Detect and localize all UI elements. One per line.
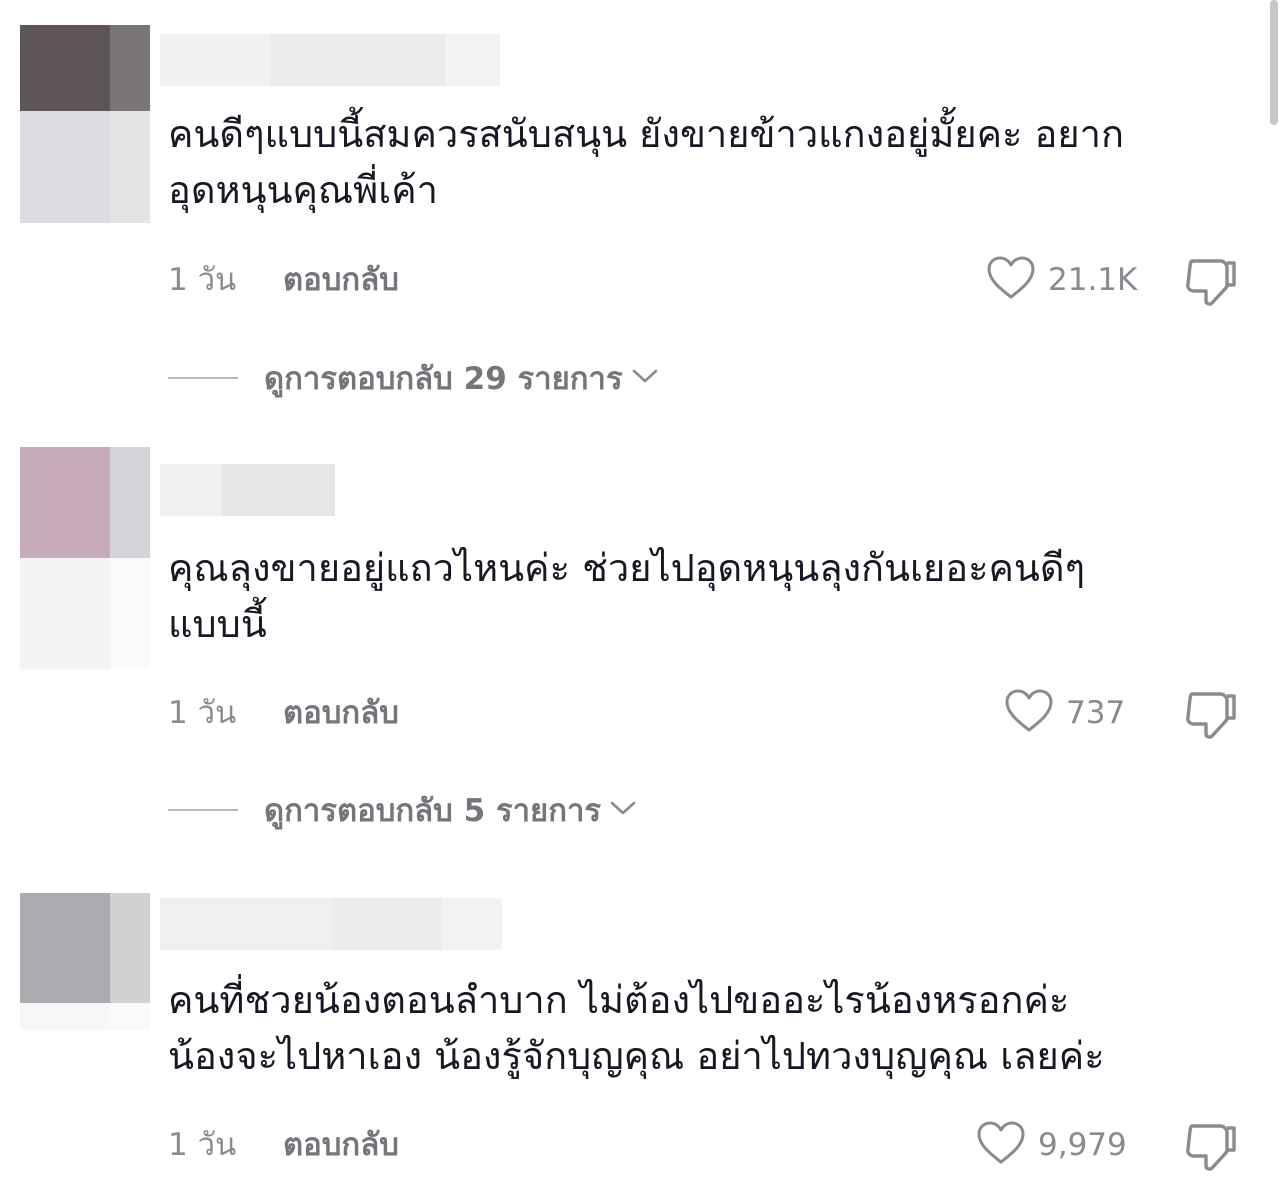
comment-meta: 1 วัน ตอบกลับ 9,979 (168, 1120, 1248, 1171)
avatar-pixel (110, 25, 150, 111)
username-pixel (160, 898, 332, 950)
like-count: 9,979 (1038, 1127, 1127, 1163)
avatar-pixel (110, 447, 150, 558)
heart-icon (1004, 688, 1054, 738)
like-button[interactable]: 737 (1004, 688, 1125, 738)
username-pixel (442, 898, 502, 950)
dislike-icon[interactable] (1182, 688, 1240, 742)
comment-text: คุณลุงขายอยู่แถวไหนค่ะ ช่วยไปอุดหนุนลุงก… (168, 546, 1085, 646)
dislike-icon[interactable] (1182, 255, 1240, 309)
heart-icon (986, 255, 1036, 305)
avatar-pixel (20, 893, 110, 1003)
like-button[interactable]: 21.1K (986, 255, 1137, 305)
username[interactable] (160, 34, 500, 86)
divider-line (168, 377, 238, 379)
reply-button[interactable]: ตอบกลับ (283, 255, 399, 305)
comment-time: 1 วัน (168, 262, 237, 298)
heart-icon (976, 1120, 1026, 1170)
reply-button[interactable]: ตอบกลับ (283, 1120, 399, 1170)
username-pixel (160, 34, 270, 86)
username-pixel (445, 34, 500, 86)
avatar-pixel (20, 25, 110, 111)
comment-text: คนดีๆแบบนี้สมควรสนับสนุน ยังขายข้าวแกงอย… (168, 112, 1124, 212)
username-pixel (332, 898, 442, 950)
comment-text: คนที่ชวยน้องตอนลำบาก ไม่ต้องไปขออะไรน้อง… (168, 978, 1105, 1078)
chevron-down-icon (601, 798, 637, 822)
avatar-pixel (110, 1003, 150, 1030)
scrollbar[interactable] (1270, 0, 1278, 125)
view-replies-button[interactable]: ดูการตอบกลับ 29 รายการ (168, 353, 659, 403)
dislike-icon[interactable] (1182, 1120, 1240, 1174)
avatar[interactable] (20, 447, 150, 669)
avatar[interactable] (20, 893, 150, 1030)
username[interactable] (160, 898, 502, 950)
avatar-pixel (20, 447, 110, 558)
avatar-pixel (20, 1003, 110, 1030)
username-pixel (270, 34, 445, 86)
like-count: 21.1K (1048, 262, 1138, 298)
view-replies-button[interactable]: ดูการตอบกลับ 5 รายการ (168, 785, 637, 835)
comment-time: 1 วัน (168, 1127, 237, 1163)
username[interactable] (160, 464, 335, 516)
avatar[interactable] (20, 25, 150, 223)
divider-line (168, 809, 238, 811)
like-button[interactable]: 9,979 (976, 1120, 1127, 1170)
avatar-pixel (110, 893, 150, 1003)
avatar-pixel (20, 558, 110, 669)
avatar-pixel (20, 111, 110, 223)
comment-meta: 1 วัน ตอบกลับ 737 (168, 688, 1248, 739)
chevron-down-icon (623, 366, 659, 390)
view-replies-label: ดูการตอบกลับ 29 รายการ (264, 361, 623, 397)
comment-time: 1 วัน (168, 695, 237, 731)
avatar-pixel (110, 111, 150, 223)
view-replies-label: ดูการตอบกลับ 5 รายการ (264, 793, 602, 829)
like-count: 737 (1066, 695, 1126, 731)
comment-meta: 1 วัน ตอบกลับ 21.1K (168, 255, 1248, 306)
reply-button[interactable]: ตอบกลับ (283, 688, 399, 738)
username-pixel (160, 464, 222, 516)
avatar-pixel (110, 558, 150, 669)
username-pixel (222, 464, 335, 516)
comment-list: คนดีๆแบบนี้สมควรสนับสนุน ยังขายข้าวแกงอย… (0, 0, 1280, 1195)
